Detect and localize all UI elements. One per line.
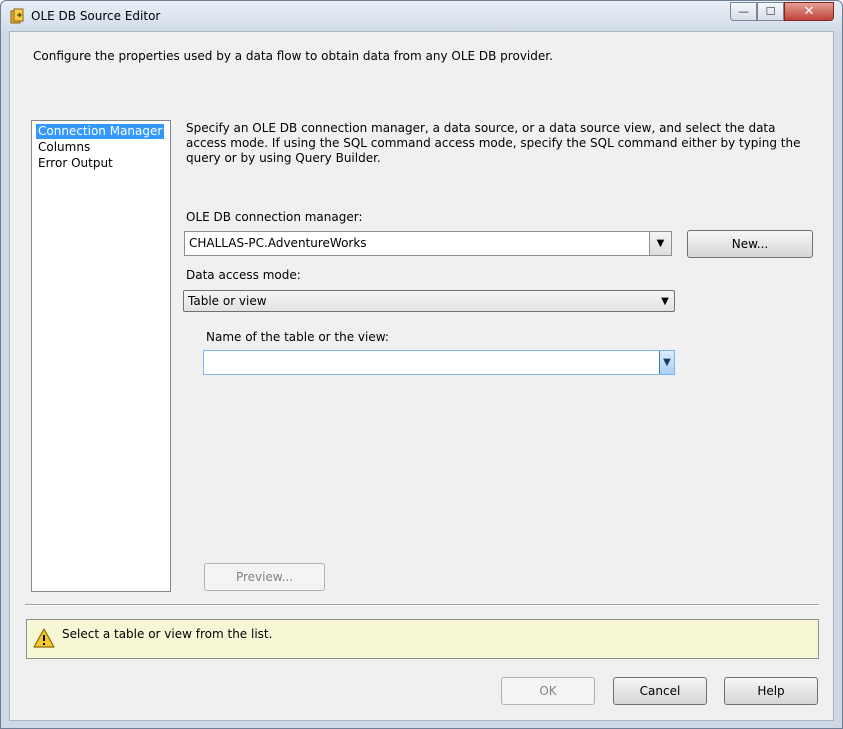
dialog-description: Configure the properties used by a data … bbox=[33, 49, 553, 63]
new-connection-button[interactable]: New... bbox=[687, 230, 813, 258]
table-name-label: Name of the table or the view: bbox=[206, 330, 389, 344]
nav-item-error-output[interactable]: Error Output bbox=[36, 156, 115, 171]
page-help-text: Specify an OLE DB connection manager, a … bbox=[186, 121, 801, 165]
nav-item-connection-manager[interactable]: Connection Manager bbox=[36, 124, 165, 139]
preview-button[interactable]: Preview... bbox=[204, 563, 325, 591]
nav-item-columns[interactable]: Columns bbox=[36, 140, 92, 155]
chevron-down-icon[interactable]: ▼ bbox=[649, 232, 671, 255]
minimize-button[interactable]: — bbox=[730, 2, 757, 21]
page-navigation-list: Connection Manager Columns Error Output bbox=[31, 120, 171, 592]
help-button[interactable]: Help bbox=[724, 677, 818, 705]
title-bar[interactable]: OLE DB Source Editor — ☐ ✕ bbox=[1, 1, 842, 31]
chevron-down-icon[interactable]: ▼ bbox=[659, 351, 674, 374]
table-name-combo[interactable]: ▼ bbox=[203, 350, 675, 375]
connection-manager-label: OLE DB connection manager: bbox=[186, 210, 363, 224]
cancel-button[interactable]: Cancel bbox=[613, 677, 707, 705]
status-message-bar: Select a table or view from the list. bbox=[26, 619, 819, 659]
chevron-down-icon[interactable]: ▼ bbox=[656, 291, 674, 311]
maximize-button[interactable]: ☐ bbox=[757, 2, 784, 21]
connection-manager-combo[interactable]: CHALLAS-PC.AdventureWorks ▼ bbox=[184, 231, 672, 256]
connection-manager-value: CHALLAS-PC.AdventureWorks bbox=[189, 236, 367, 250]
footer-divider bbox=[25, 604, 819, 606]
data-access-mode-value: Table or view bbox=[188, 294, 267, 308]
data-access-mode-combo[interactable]: Table or view ▼ bbox=[183, 290, 675, 312]
window-title: OLE DB Source Editor bbox=[31, 9, 161, 23]
dialog-body: Configure the properties used by a data … bbox=[9, 31, 834, 721]
dialog-window: OLE DB Source Editor — ☐ ✕ Configure the… bbox=[0, 0, 843, 729]
ssis-source-icon bbox=[10, 8, 24, 24]
ok-button[interactable]: OK bbox=[501, 677, 595, 705]
close-button[interactable]: ✕ bbox=[784, 2, 834, 21]
status-message-text: Select a table or view from the list. bbox=[62, 627, 273, 641]
data-access-mode-label: Data access mode: bbox=[186, 268, 301, 282]
warning-icon bbox=[33, 628, 55, 648]
